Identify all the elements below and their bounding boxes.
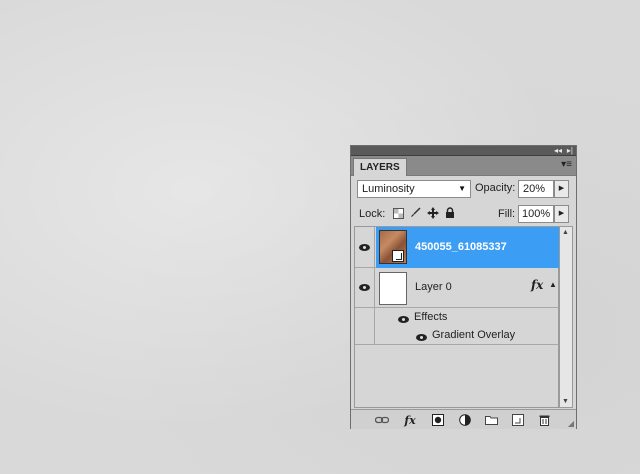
fill-label: Fill:	[498, 208, 516, 220]
visibility-cell	[355, 308, 375, 327]
layer-row-selected[interactable]: 450055_61085337	[355, 227, 560, 268]
scroll-down-icon[interactable]: ▼	[562, 398, 569, 405]
visibility-toggle[interactable]	[355, 268, 375, 307]
close-panel-icon[interactable]: ▸|	[567, 146, 573, 156]
layers-scrollbar[interactable]: ▲ ▼	[559, 226, 573, 408]
smart-object-icon	[392, 250, 404, 262]
fx-icon[interactable]: fx	[403, 413, 417, 427]
scroll-up-icon[interactable]: ▲	[562, 229, 569, 236]
blend-mode-select[interactable]: Luminosity ▼	[357, 180, 471, 198]
layer-row[interactable]: Layer 0 fx ▲	[355, 268, 560, 308]
effects-row[interactable]: Effects	[355, 308, 560, 327]
panel-tabbar: LAYERS ▾≡	[351, 156, 576, 176]
gradient-overlay-label: Gradient Overlay	[432, 329, 516, 341]
layers-list: 450055_61085337 Layer 0 fx ▲ Effects Gra…	[354, 226, 560, 408]
opacity-slider-button[interactable]: ▶	[554, 180, 569, 198]
opacity-field[interactable]: 20%	[518, 180, 554, 198]
fill-slider-button[interactable]: ▶	[554, 205, 569, 223]
layers-panel: ◂◂ ▸| LAYERS ▾≡ Luminosity ▼ Opacity: 20…	[350, 145, 577, 429]
effects-visibility-toggle[interactable]	[398, 314, 409, 326]
effect-visibility-toggle[interactable]	[416, 332, 427, 344]
eye-icon	[398, 316, 409, 323]
lock-position-icon[interactable]	[426, 206, 440, 220]
opacity-label: Opacity:	[475, 182, 516, 194]
collapse-panel-icon[interactable]: ◂◂	[554, 146, 562, 156]
layer-name[interactable]: 450055_61085337	[415, 241, 507, 253]
layers-bottom-toolbar: fx ◢	[351, 409, 576, 429]
eye-icon	[416, 334, 427, 341]
eye-icon	[359, 243, 370, 251]
delete-layer-icon[interactable]	[537, 413, 551, 427]
fill-field[interactable]: 100%	[518, 205, 554, 223]
resize-grip-icon[interactable]: ◢	[568, 419, 574, 428]
effects-label: Effects	[414, 311, 448, 323]
link-layers-icon[interactable]	[375, 413, 389, 427]
layer-fx-icon[interactable]: fx	[531, 278, 543, 292]
visibility-cell	[355, 327, 375, 344]
new-layer-icon[interactable]	[511, 413, 525, 427]
eye-icon	[359, 284, 370, 291]
panel-menu-icon[interactable]: ▾≡	[561, 159, 572, 171]
adjustment-layer-icon[interactable]	[458, 413, 472, 427]
chevron-down-icon: ▼	[458, 184, 466, 193]
visibility-toggle[interactable]	[355, 227, 375, 267]
lock-all-icon[interactable]	[443, 206, 457, 220]
layer-thumbnail	[379, 272, 407, 305]
lock-label: Lock:	[359, 208, 386, 220]
effect-item-row[interactable]: Gradient Overlay	[355, 327, 560, 345]
triangle-up-icon[interactable]: ▲	[549, 280, 557, 289]
lock-transparent-pixels-icon[interactable]	[391, 206, 405, 220]
lock-image-pixels-icon[interactable]	[408, 206, 422, 220]
blend-mode-value: Luminosity	[362, 183, 415, 195]
tab-layers[interactable]: LAYERS	[353, 158, 407, 176]
add-mask-icon[interactable]	[431, 413, 445, 427]
layer-name[interactable]: Layer 0	[415, 281, 452, 293]
new-group-icon[interactable]	[484, 413, 498, 427]
panel-title-strip[interactable]: ◂◂ ▸|	[351, 146, 576, 156]
